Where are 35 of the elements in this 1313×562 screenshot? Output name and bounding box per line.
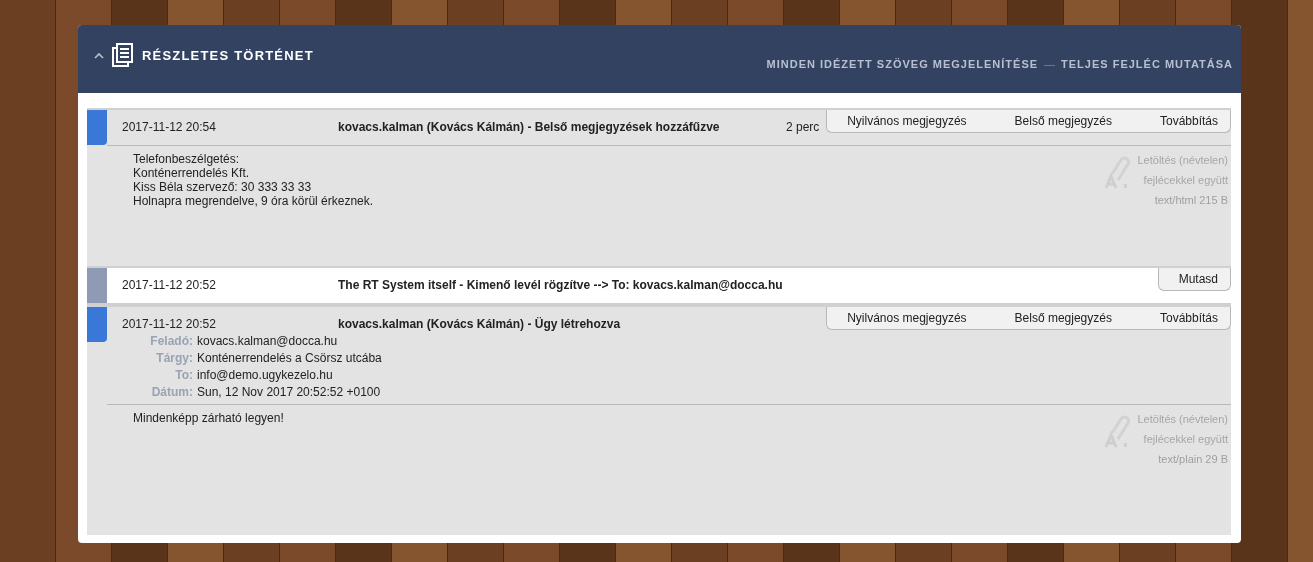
attachment-type: text/html 215 B [1154, 194, 1228, 206]
transaction-description: kovacs.kalman (Kovács Kálmán) - Ügy létrehozva [338, 317, 622, 331]
header-label: Feladó: [149, 334, 193, 348]
header-label: Tárgy: [155, 351, 193, 365]
message-line: Konténerrendelés Kft. [133, 166, 251, 180]
header-value: info@demo.ugykezelo.hu [197, 368, 334, 382]
header-value: Konténerrendelés a Csörsz utcába [197, 351, 383, 365]
message-line: Mindenképp zárható legyen! [133, 411, 285, 425]
header-label: Dátum: [150, 385, 193, 399]
show-headers-link[interactable]: TELJES FEJLÉC MUTATÁSA [1061, 58, 1233, 70]
transaction-description: The RT System itself - Kimenő levél rögzítve --> To: kovacs.kalman@docca.hu [338, 278, 783, 292]
action-button[interactable]: Nyilvános megjegyzés [827, 307, 979, 329]
message-line: Telefonbeszélgetés: [133, 152, 241, 166]
message-line: Kiss Béla szervező: 30 333 33 33 [133, 180, 313, 194]
header-value: kovacs.kalman@docca.hu [197, 334, 339, 348]
collapse-icon[interactable] [94, 51, 104, 59]
action-button[interactable]: Belső megjegyzés [978, 110, 1124, 132]
message-line: Holnapra megrendelve, 9 óra körül érkeznek. [133, 194, 375, 208]
time-taken: 2 perc [786, 120, 820, 134]
action-button[interactable]: Mutasd [1158, 268, 1230, 290]
header-value: Sun, 12 Nov 2017 20:52:52 +0100 [197, 385, 382, 399]
action-button[interactable]: Továbbítás [1123, 307, 1230, 329]
action-button[interactable]: Továbbítás [1123, 110, 1230, 132]
transaction-description: kovacs.kalman (Kovács Kálmán) - Belső megjegyzések hozzáfűzve [338, 120, 721, 134]
action-button[interactable]: Belső megjegyzés [978, 307, 1124, 329]
transaction-date: 2017-11-12 20:52 [121, 317, 217, 331]
link-separator: — [1044, 58, 1056, 70]
transaction-date: 2017-11-12 20:54 [121, 120, 217, 134]
document-icon [112, 43, 134, 67]
transaction-date: 2017-11-12 20:52 [121, 278, 217, 292]
action-button[interactable]: Nyilvános megjegyzés [827, 110, 979, 132]
panel-title: RÉSZLETES TÖRTÉNET [142, 47, 314, 63]
header-label: To: [174, 368, 193, 382]
attachment-type: text/plain 29 B [1158, 453, 1228, 465]
show-quoted-link[interactable]: MINDEN IDÉZETT SZÖVEG MEGJELENÍTÉSE [766, 58, 1039, 70]
